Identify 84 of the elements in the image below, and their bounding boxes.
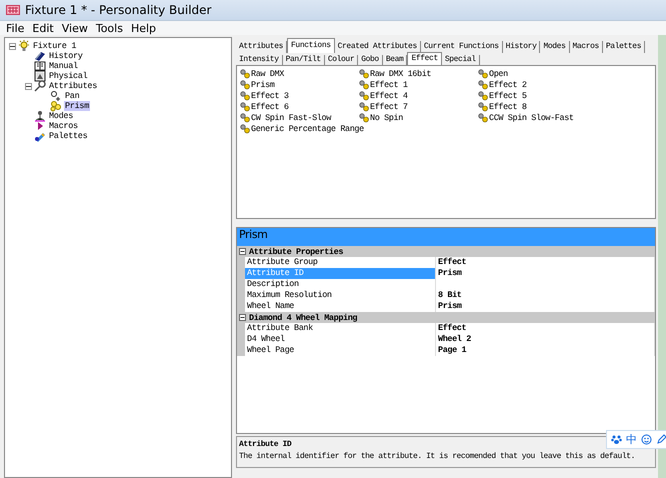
menu-item[interactable]: Tools [92, 22, 127, 34]
gears-icon [359, 102, 369, 112]
function-item[interactable]: Raw DMX 16bit [370, 68, 432, 78]
pencil-icon[interactable] [656, 434, 666, 445]
prism-icon [50, 100, 62, 112]
menu-item[interactable]: File [2, 22, 28, 34]
property-value[interactable]: Effect [436, 323, 655, 334]
gears-icon [359, 112, 369, 122]
function-item[interactable]: CW Spin Fast-Slow [251, 112, 331, 122]
window-title: Fixture 1 * - Personality Builder [25, 3, 212, 17]
property-value[interactable]: Wheel 2 [436, 334, 655, 345]
tab[interactable]: Macros [570, 41, 603, 53]
tree-item[interactable]: Prism [64, 101, 90, 111]
pan-icon [50, 90, 62, 102]
function-item[interactable]: Open [489, 68, 508, 78]
attributes-icon [34, 80, 46, 92]
physical-icon [34, 70, 46, 82]
paw-icon[interactable] [611, 434, 622, 445]
palettes-icon [34, 130, 46, 142]
collapse-toggle-icon[interactable] [25, 82, 32, 90]
property-value[interactable]: 8 Bit [436, 290, 655, 301]
modes-icon [34, 110, 46, 122]
property-value[interactable]: Page 1 [436, 345, 655, 356]
gears-icon [478, 102, 488, 112]
gears-icon [478, 112, 488, 122]
gears-icon [478, 80, 488, 90]
tree-item[interactable]: Palettes [48, 131, 88, 141]
gears-icon [478, 68, 488, 78]
gears-icon [240, 80, 250, 90]
tab[interactable]: Functions [287, 38, 335, 53]
function-item[interactable]: Effect 2 [489, 80, 527, 90]
tree-item[interactable]: Manual [48, 61, 79, 71]
gears-icon [359, 80, 369, 90]
row-header[interactable] [237, 345, 245, 356]
input-mode-toggle[interactable]: 中 [626, 432, 637, 447]
function-item[interactable]: Effect 4 [370, 90, 408, 100]
function-item[interactable]: Effect 7 [370, 102, 408, 112]
history-icon [34, 50, 46, 62]
gears-icon [240, 68, 250, 78]
collapse-toggle-icon[interactable] [239, 248, 246, 255]
tab[interactable]: History [502, 41, 540, 53]
tree-item[interactable]: Attributes [48, 81, 98, 91]
function-item[interactable]: No Spin [370, 112, 403, 122]
panel-title: Prism [237, 228, 655, 246]
tab[interactable]: Palettes [602, 41, 646, 53]
tab[interactable]: Effect [407, 52, 442, 65]
app-icon [6, 5, 20, 15]
function-item[interactable]: Effect 1 [370, 80, 408, 90]
tree-item[interactable]: Macros [48, 121, 79, 131]
section-heading: Attribute Properties [249, 246, 344, 256]
tree-item[interactable]: Pan [64, 91, 80, 101]
tree-item[interactable]: History [48, 51, 84, 61]
function-item[interactable]: Effect 5 [489, 90, 527, 100]
collapse-toggle-icon[interactable] [239, 314, 246, 321]
tree-item[interactable]: Fixture 1 [32, 41, 78, 51]
gears-icon [478, 90, 488, 100]
section-heading: Diamond 4 Wheel Mapping [249, 312, 358, 322]
gears-icon [240, 112, 250, 122]
property-value[interactable]: Prism [436, 268, 655, 279]
manual-icon [34, 60, 46, 72]
menu-item[interactable]: Edit [28, 22, 58, 34]
tab[interactable]: Modes [540, 41, 570, 53]
help-title: Attribute ID [239, 439, 292, 451]
function-item[interactable]: Effect 6 [251, 102, 289, 112]
help-text: The internal identifier for the attribute. It is recomended that you leave this as default. [239, 451, 635, 462]
smiley-icon[interactable] [641, 434, 652, 445]
gears-icon [359, 90, 369, 100]
fixture-icon [18, 40, 30, 52]
menu-item[interactable]: View [58, 22, 92, 34]
gears-icon [240, 102, 250, 112]
function-item[interactable]: Effect 3 [251, 90, 289, 100]
function-item[interactable]: CCW Spin Slow-Fast [489, 112, 574, 122]
gears-icon [240, 124, 250, 134]
function-item[interactable]: Prism [251, 80, 275, 90]
property-name[interactable]: Wheel Page [245, 345, 436, 356]
function-item[interactable]: Generic Percentage Range [251, 124, 364, 134]
function-item[interactable]: Effect 8 [489, 102, 527, 112]
tree-item[interactable]: Modes [48, 111, 74, 121]
function-item[interactable]: Raw DMX [251, 68, 284, 78]
gears-icon [240, 90, 250, 100]
tree-item[interactable]: Physical [48, 71, 88, 81]
menu-item[interactable]: Help [126, 22, 160, 34]
collapse-toggle-icon[interactable] [9, 42, 16, 50]
gears-icon [359, 68, 369, 78]
